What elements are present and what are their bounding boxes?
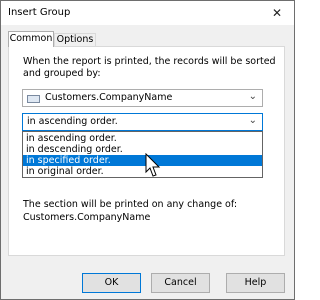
note-line-1: The section will be printed on any chang… [23, 199, 238, 210]
sort-order-dropdown-list: in ascending order. in descending order.… [22, 131, 263, 178]
close-button[interactable]: ✕ [260, 1, 294, 25]
group-field-value: Customers.CompanyName [45, 92, 173, 103]
ok-button[interactable]: OK [82, 273, 141, 293]
mouse-cursor-icon [145, 153, 161, 177]
chevron-down-icon: ⌄ [248, 91, 257, 102]
sort-order-select[interactable]: in ascending order. ⌄ [22, 113, 263, 131]
option-ascending[interactable]: in ascending order. [23, 133, 262, 144]
help-button[interactable]: Help [226, 273, 285, 293]
group-field-select[interactable]: Customers.CompanyName ⌄ [22, 89, 263, 107]
tab-options[interactable]: Options [54, 33, 96, 46]
database-field-icon [27, 95, 40, 103]
group-change-note: The section will be printed on any chang… [23, 198, 237, 224]
note-field-name: Customers.CompanyName [23, 212, 151, 223]
option-specified[interactable]: in specified order. [23, 155, 262, 166]
window-title: Insert Group [8, 7, 71, 18]
cancel-button[interactable]: Cancel [151, 273, 210, 293]
group-description: When the report is printed, the records … [23, 56, 276, 79]
title-bar: Insert Group ✕ [1, 1, 294, 25]
option-original[interactable]: in original order. [23, 166, 262, 177]
tab-common[interactable]: Common [8, 31, 54, 47]
chevron-down-icon: ⌄ [248, 115, 257, 126]
option-descending[interactable]: in descending order. [23, 144, 262, 155]
sort-order-value: in ascending order. [27, 116, 118, 127]
